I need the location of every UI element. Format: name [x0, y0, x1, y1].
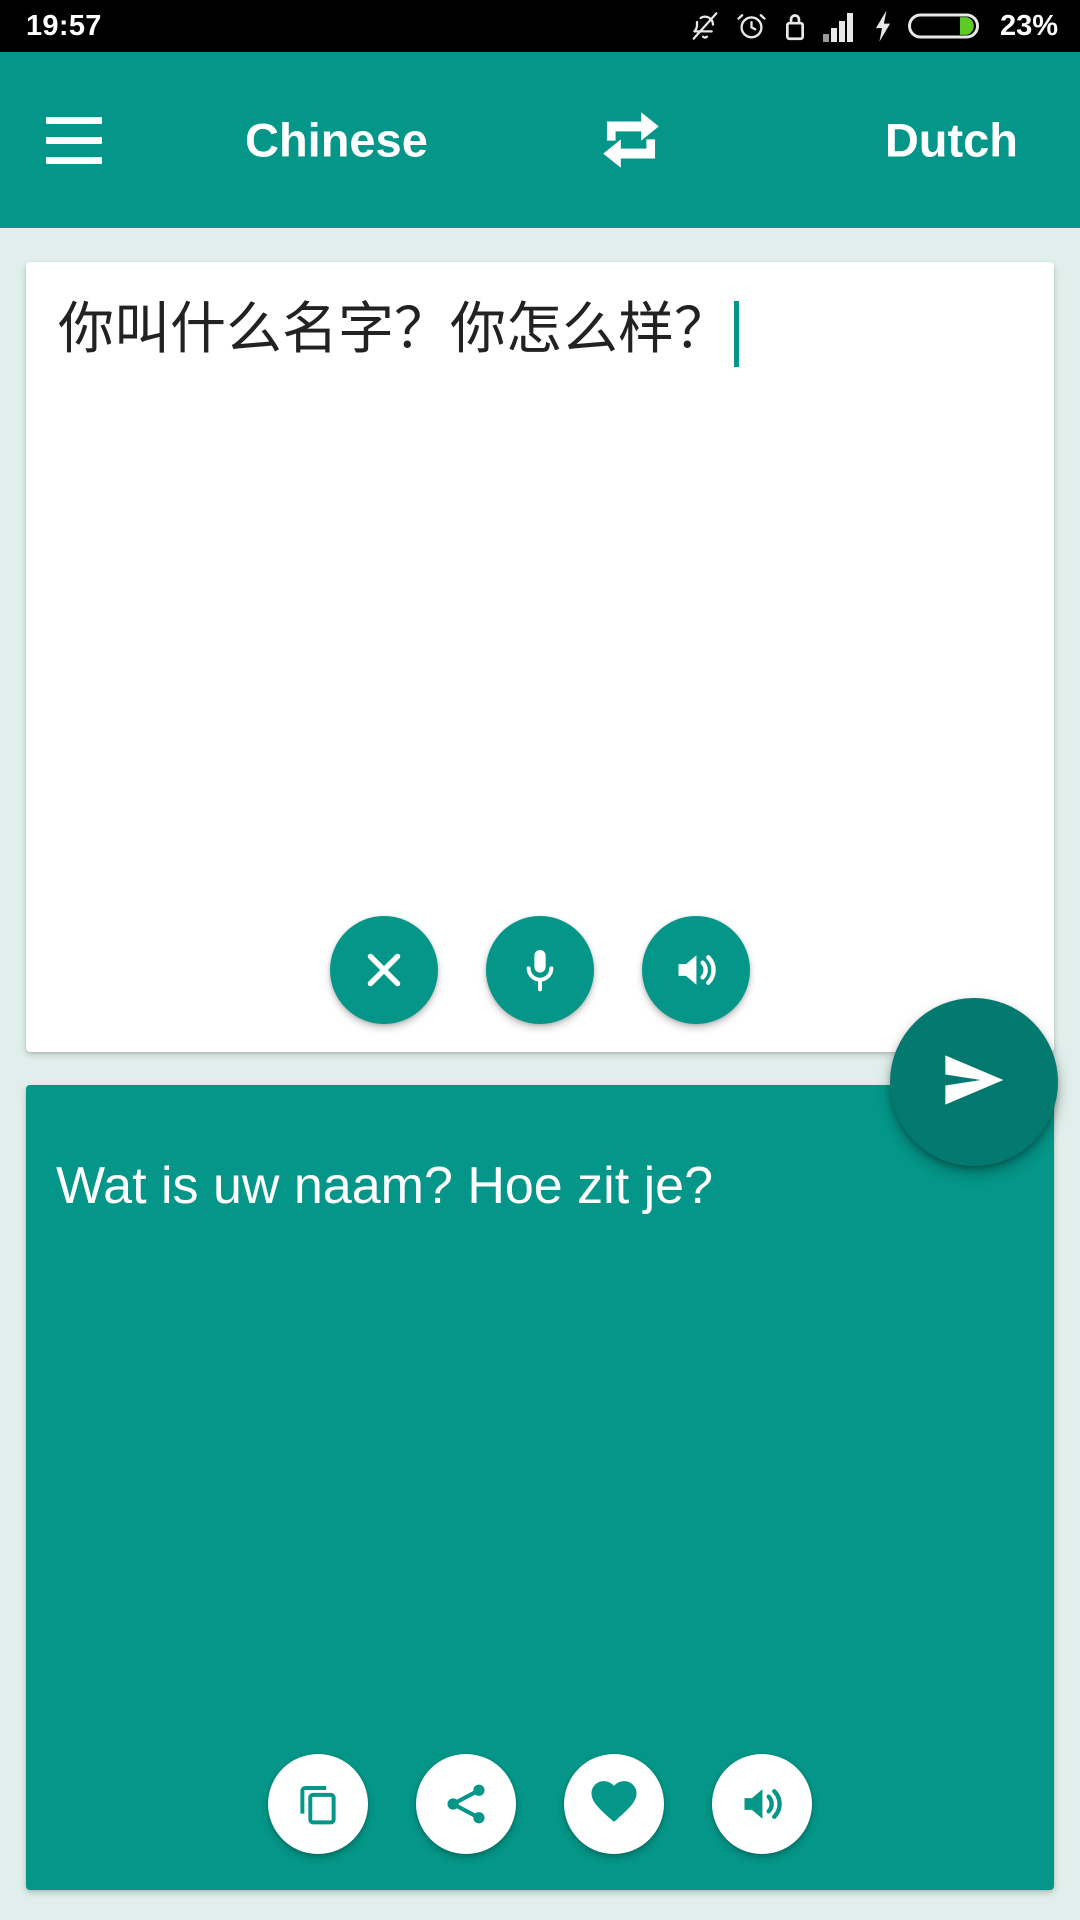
copy-icon [293, 1779, 343, 1829]
source-text-wrap: 你叫什么名字？你怎么样？ [58, 292, 1022, 368]
status-bar: 19:57 23% [0, 0, 1080, 52]
bell-off-icon [689, 9, 721, 43]
target-language-selector[interactable]: Dutch [885, 113, 1018, 168]
clear-text-button[interactable] [330, 916, 438, 1024]
share-button[interactable] [416, 1754, 516, 1854]
target-action-bar [26, 1754, 1054, 1854]
alarm-clock-icon [735, 9, 768, 43]
hamburger-menu-icon[interactable] [26, 92, 122, 188]
translated-text-card[interactable]: Wat is uw naam? Hoe zit je? [26, 1085, 1054, 1890]
text-caret [734, 300, 739, 367]
signal-bars-icon [822, 9, 858, 43]
battery-percent-label: 23% [999, 9, 1058, 42]
translator-content: 你叫什么名字？你怎么样？ Wat is uw naam? Hoe zit je? [0, 228, 1080, 1920]
app-bar: Chinese Dutch [0, 52, 1080, 228]
listen-translation-button[interactable] [712, 1754, 812, 1854]
copy-button[interactable] [268, 1754, 368, 1854]
swap-languages-icon[interactable] [588, 97, 674, 183]
close-icon [359, 945, 409, 995]
share-icon [441, 1779, 491, 1829]
microphone-icon [515, 945, 565, 995]
lock-icon [782, 9, 808, 43]
status-bar-icons: 23% [689, 9, 1058, 43]
send-translate-button[interactable] [890, 998, 1058, 1166]
heart-icon [589, 1779, 639, 1829]
source-language-selector[interactable]: Chinese [245, 113, 428, 168]
source-text-input[interactable]: 你叫什么名字？你怎么样？ [58, 292, 730, 368]
menu-bar-3 [46, 156, 102, 164]
battery-icon [907, 9, 982, 43]
voice-input-button[interactable] [486, 916, 594, 1024]
menu-bar-1 [46, 116, 102, 124]
send-icon [934, 1040, 1014, 1125]
source-action-bar [26, 916, 1054, 1024]
speaker-icon [737, 1779, 787, 1829]
charging-bolt-icon [872, 9, 894, 43]
menu-bar-2 [46, 136, 102, 144]
favorite-button[interactable] [564, 1754, 664, 1854]
listen-source-button[interactable] [642, 916, 750, 1024]
source-text-card[interactable]: 你叫什么名字？你怎么样？ [26, 262, 1054, 1052]
translated-text: Wat is uw naam? Hoe zit je? [56, 1157, 714, 1215]
speaker-icon [671, 945, 721, 995]
status-bar-clock: 19:57 [26, 9, 102, 42]
